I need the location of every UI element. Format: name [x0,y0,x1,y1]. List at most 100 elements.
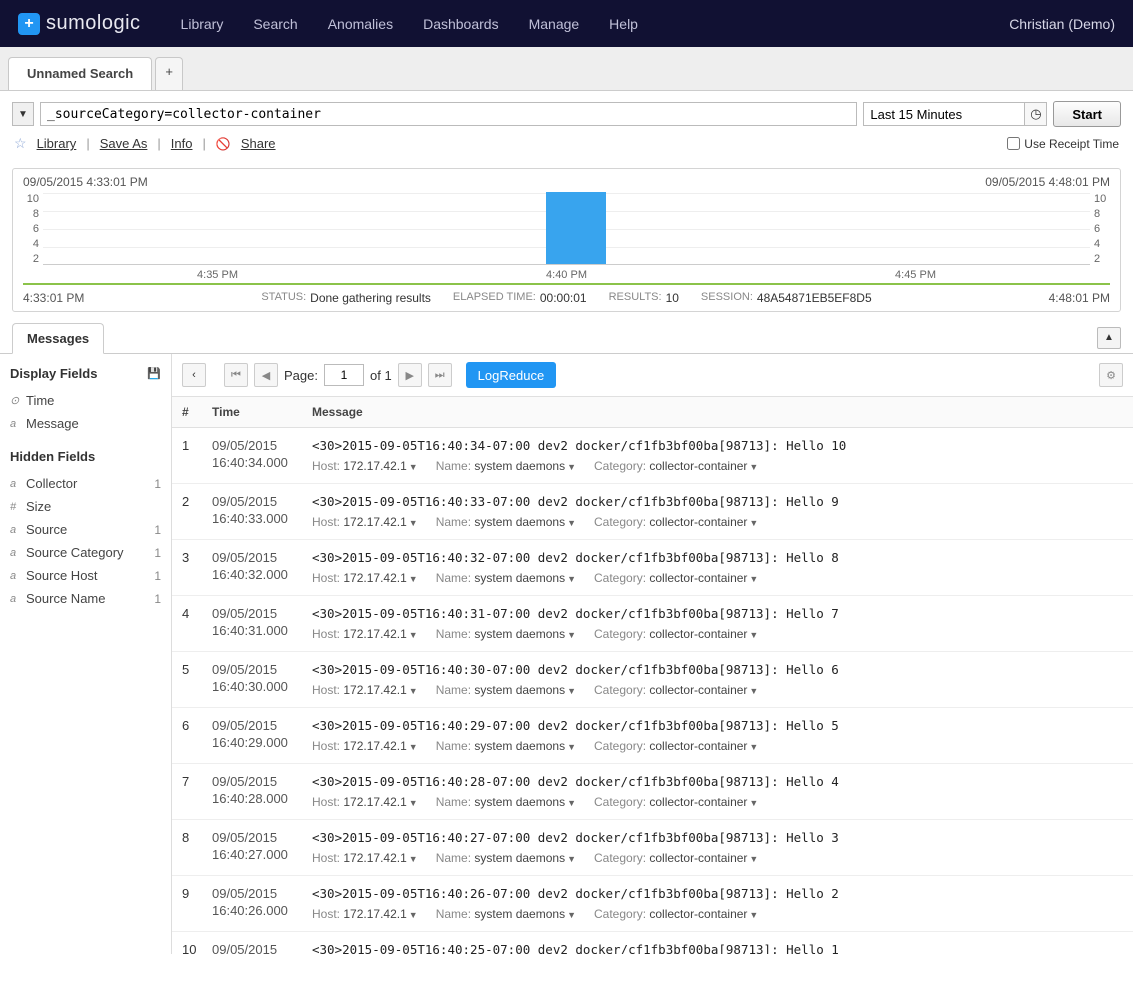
new-tab-button[interactable]: + [155,57,183,90]
row-num: 4 [182,606,212,641]
page-last-button[interactable]: ⏭ [428,363,452,387]
page-label: Page: [284,368,318,383]
row-num: 5 [182,662,212,697]
hist-y-axis-right: 10 8 6 4 2 [1090,193,1110,265]
col-num[interactable]: # [182,405,212,419]
display-field-item[interactable]: ⊙Time [10,389,161,412]
log-line: <30>2015-09-05T16:40:28-07:00 dev2 docke… [312,774,1123,789]
hist-footer-left-time: 4:33:01 PM [23,291,84,305]
tab-messages[interactable]: Messages [12,323,104,354]
table-row[interactable]: 209/05/201516:40:33.000<30>2015-09-05T16… [172,484,1133,540]
hist-end-time: 09/05/2015 4:48:01 PM [985,175,1110,189]
time-range-input[interactable] [864,103,1024,125]
histogram-bar[interactable] [546,192,606,264]
row-time: 09/05/201516:40:34.000 [212,438,312,473]
col-time[interactable]: Time [212,405,312,419]
table-row[interactable]: 909/05/201516:40:26.000<30>2015-09-05T16… [172,876,1133,932]
top-nav: + sumologic Library Search Anomalies Das… [0,0,1133,47]
row-message: <30>2015-09-05T16:40:27-07:00 dev2 docke… [312,830,1123,865]
info-link[interactable]: Info [171,136,193,151]
hidden-field-item[interactable]: aSource Host1 [10,564,161,587]
brand-mark-icon: + [18,13,40,35]
table-row[interactable]: 1009/05/201516:40:25.000<30>2015-09-05T1… [172,932,1133,954]
nav-library[interactable]: Library [181,16,224,32]
results-value: 10 [666,291,679,305]
page-next-button[interactable]: ▶ [398,363,422,387]
hidden-field-item[interactable]: aSource Category1 [10,541,161,564]
clock-icon[interactable]: ◷ [1024,103,1046,125]
row-time: 09/05/201516:40:29.000 [212,718,312,753]
table-row[interactable]: 809/05/201516:40:27.000<30>2015-09-05T16… [172,820,1133,876]
row-num: 6 [182,718,212,753]
row-message: <30>2015-09-05T16:40:29-07:00 dev2 docke… [312,718,1123,753]
log-line: <30>2015-09-05T16:40:31-07:00 dev2 docke… [312,606,1123,621]
search-tab-active[interactable]: Unnamed Search [8,57,152,90]
col-message[interactable]: Message [312,405,1123,419]
nav-help[interactable]: Help [609,16,638,32]
row-message: <30>2015-09-05T16:40:26-07:00 dev2 docke… [312,886,1123,921]
nav-dashboards[interactable]: Dashboards [423,16,499,32]
save-fields-icon[interactable]: 💾 [147,367,161,380]
histogram-chart[interactable] [43,193,1090,265]
logreduce-button[interactable]: LogReduce [466,362,557,388]
nav-search[interactable]: Search [253,16,297,32]
share-link[interactable]: Share [241,136,276,151]
table-row[interactable]: 309/05/201516:40:32.000<30>2015-09-05T16… [172,540,1133,596]
row-num: 1 [182,438,212,473]
page-back-button[interactable]: ‹ [182,363,206,387]
table-row[interactable]: 409/05/201516:40:31.000<30>2015-09-05T16… [172,596,1133,652]
hist-range-bar[interactable] [23,283,1110,285]
row-message: <30>2015-09-05T16:40:28-07:00 dev2 docke… [312,774,1123,809]
display-field-item[interactable]: aMessage [10,412,161,435]
row-num: 3 [182,550,212,585]
hidden-field-item[interactable]: aSource Name1 [10,587,161,610]
save-as-link[interactable]: Save As [100,136,148,151]
use-receipt-time-toggle[interactable]: Use Receipt Time [1007,137,1119,151]
hist-x-labels: 4:35 PM 4:40 PM 4:45 PM [43,269,1090,281]
nav-anomalies[interactable]: Anomalies [328,16,393,32]
histogram-panel: 09/05/2015 4:33:01 PM 09/05/2015 4:48:01… [12,168,1121,312]
start-button[interactable]: Start [1053,101,1121,127]
row-time: 09/05/201516:40:27.000 [212,830,312,865]
results-rows[interactable]: 109/05/201516:40:34.000<30>2015-09-05T16… [172,428,1133,954]
query-bar: ▼ ◷ Start [0,91,1133,135]
row-time: 09/05/201516:40:28.000 [212,774,312,809]
hidden-field-item[interactable]: #Size [10,495,161,518]
brand-logo[interactable]: + sumologic [18,12,141,35]
page-prev-button[interactable]: ◀ [254,363,278,387]
row-num: 9 [182,886,212,921]
search-tab-strip: Unnamed Search + [0,47,1133,91]
hist-start-time: 09/05/2015 4:33:01 PM [23,175,148,189]
brand-name: sumologic [46,12,141,35]
collapse-results-button[interactable]: ▲ [1097,327,1121,349]
query-input[interactable] [40,102,857,126]
user-menu[interactable]: Christian (Demo) [1009,16,1115,32]
display-fields-heading: Display Fields 💾 [10,366,161,381]
settings-gear-icon[interactable]: ⚙ [1099,363,1123,387]
page-input[interactable] [324,364,364,386]
table-row[interactable]: 709/05/201516:40:28.000<30>2015-09-05T16… [172,764,1133,820]
use-receipt-time-checkbox[interactable] [1007,137,1020,150]
table-row[interactable]: 509/05/201516:40:30.000<30>2015-09-05T16… [172,652,1133,708]
page-of: of 1 [370,368,392,383]
log-line: <30>2015-09-05T16:40:34-07:00 dev2 docke… [312,438,1123,453]
row-message: <30>2015-09-05T16:40:25-07:00 dev2 docke… [312,942,1123,954]
hidden-field-item[interactable]: aCollector1 [10,472,161,495]
hist-footer: 4:33:01 PM STATUS: Done gathering result… [23,289,1110,307]
hidden-fields-heading: Hidden Fields [10,449,161,464]
query-sublinks: ☆ Library | Save As | Info | 🚫 Share Use… [0,135,1133,162]
row-num: 8 [182,830,212,865]
time-range-picker[interactable]: ◷ [863,102,1047,126]
table-row[interactable]: 609/05/201516:40:29.000<30>2015-09-05T16… [172,708,1133,764]
results-tab-strip: Messages ▲ [0,322,1133,354]
favorite-star-icon[interactable]: ☆ [14,135,27,152]
hist-y-axis-left: 10 8 6 4 2 [23,193,43,265]
page-first-button[interactable]: ⏮ [224,363,248,387]
hidden-field-item[interactable]: aSource1 [10,518,161,541]
table-row[interactable]: 109/05/201516:40:34.000<30>2015-09-05T16… [172,428,1133,484]
query-dropdown-toggle[interactable]: ▼ [12,102,34,126]
library-link[interactable]: Library [37,136,77,151]
nav-manage[interactable]: Manage [529,16,580,32]
row-time: 09/05/201516:40:33.000 [212,494,312,529]
log-line: <30>2015-09-05T16:40:32-07:00 dev2 docke… [312,550,1123,565]
